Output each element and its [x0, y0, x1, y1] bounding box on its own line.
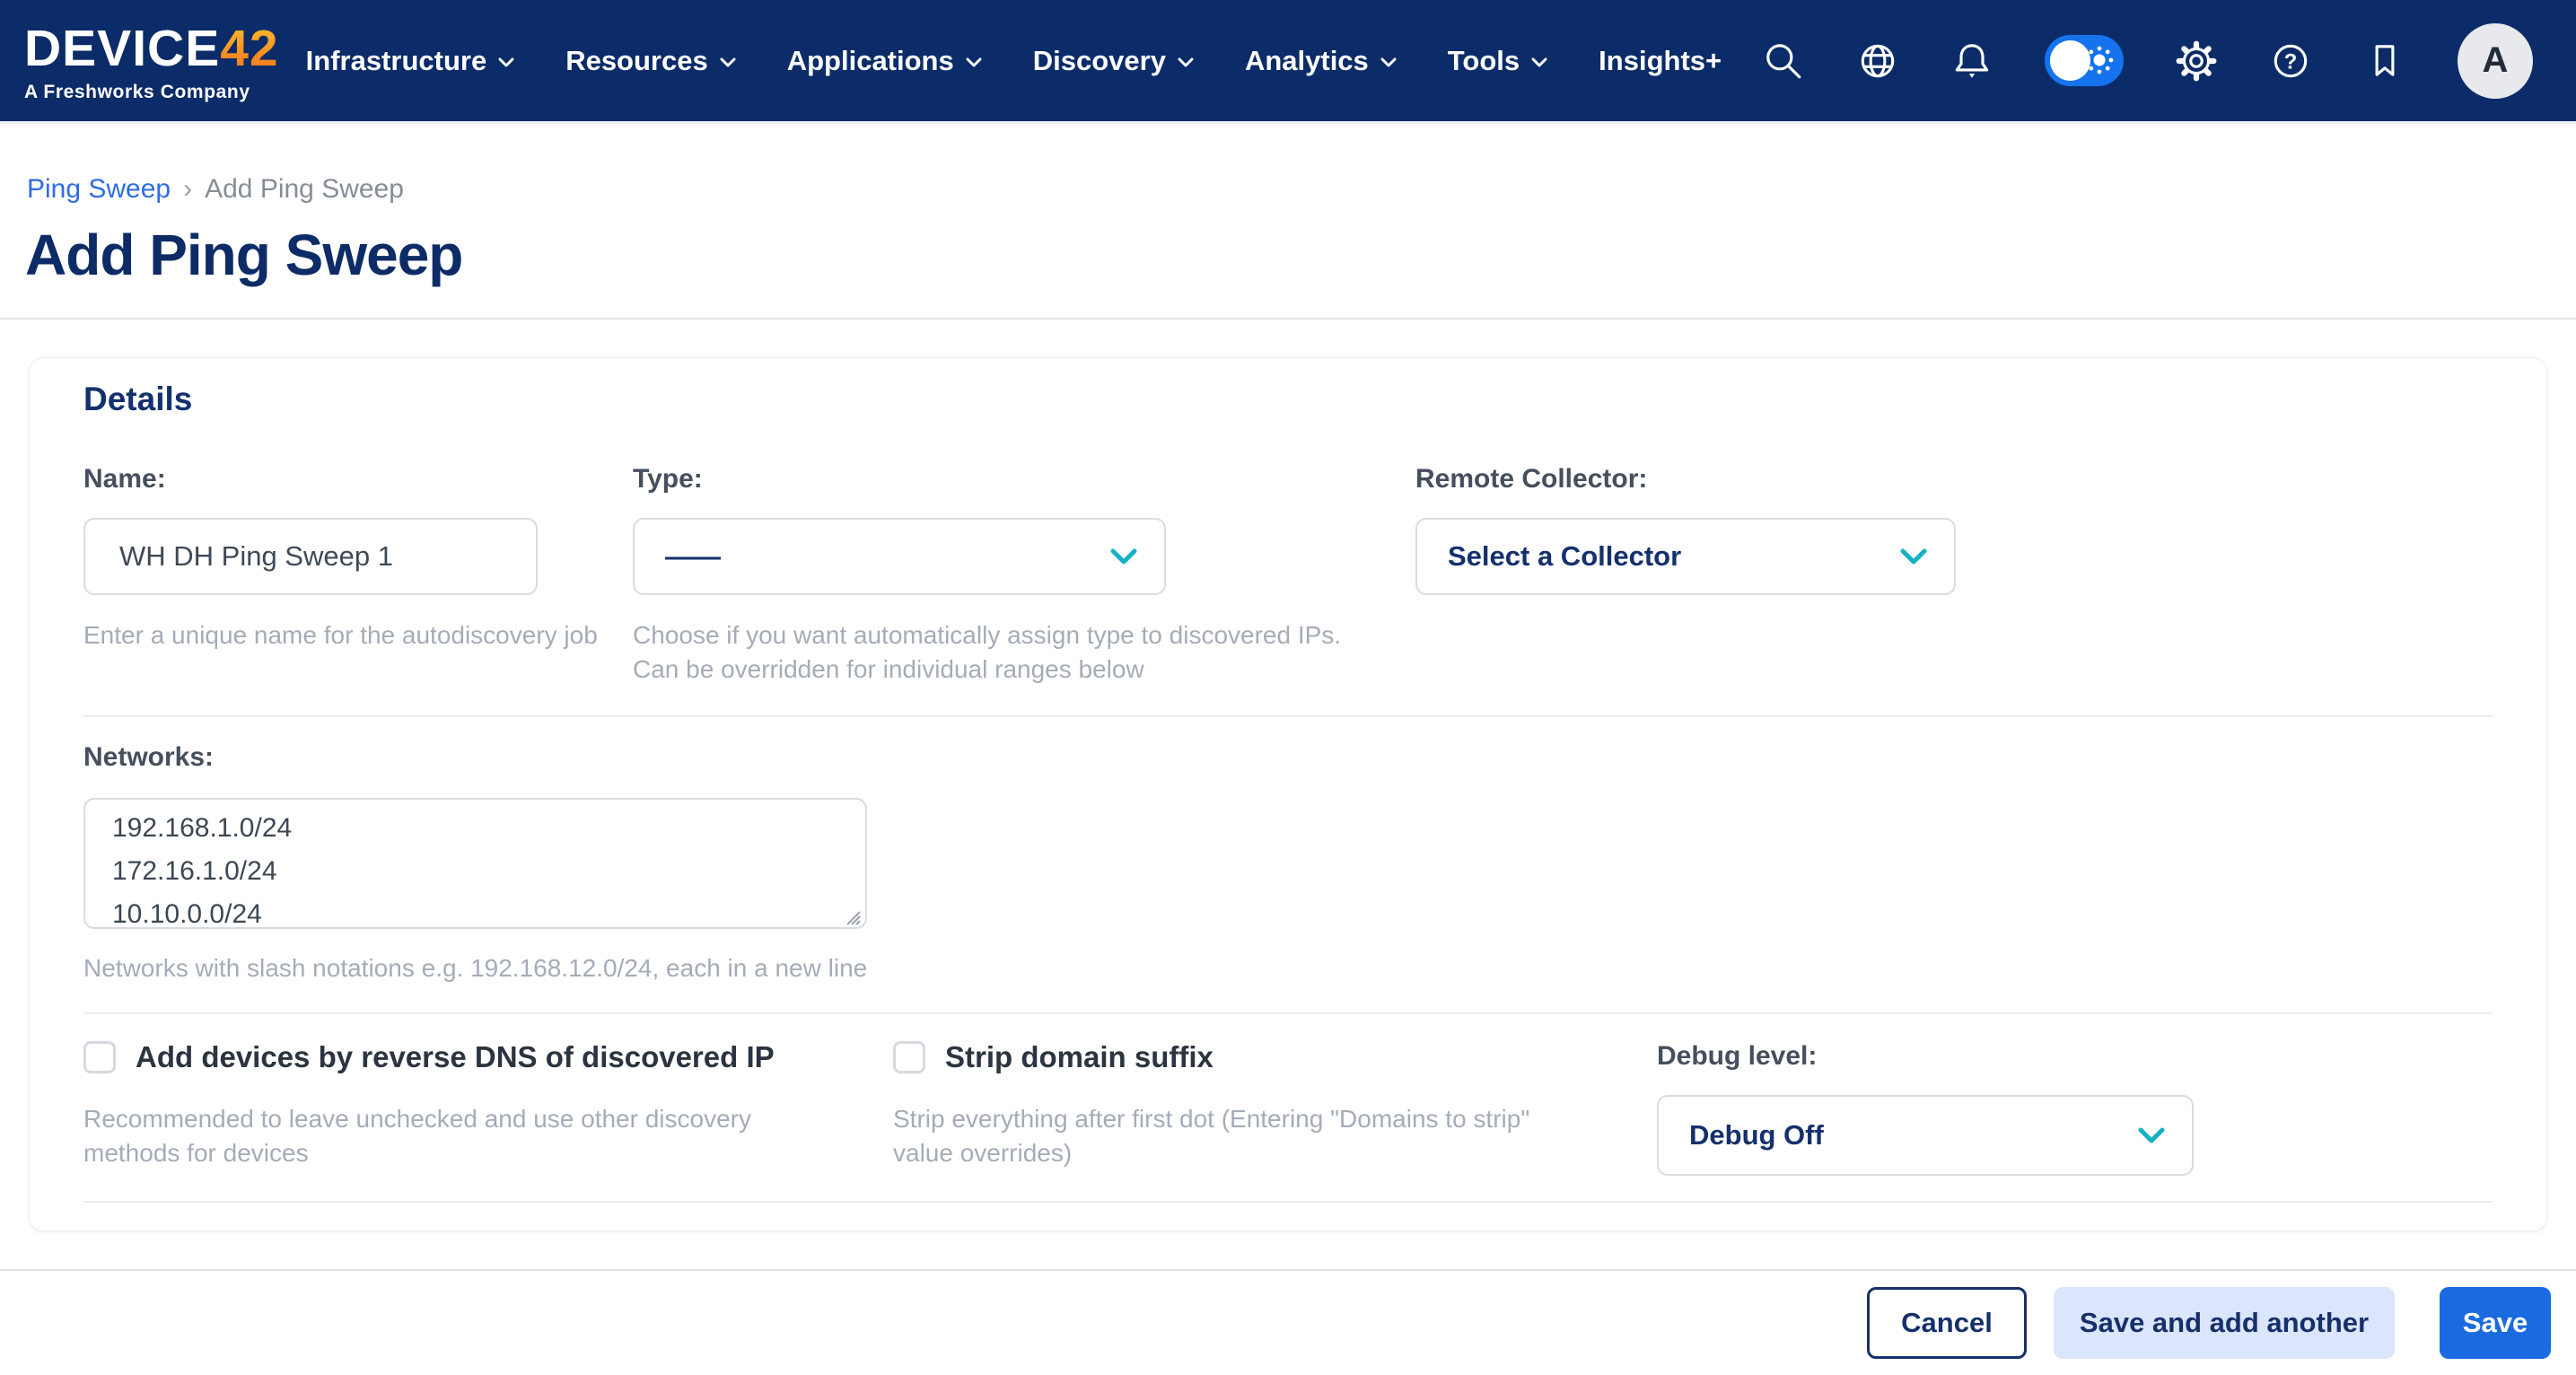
device42-logo[interactable]: DEVICE42 A Freshworks Company	[24, 23, 279, 101]
logo-wordmark: DEVICE42	[24, 23, 279, 74]
type-select-value: ——	[665, 540, 721, 573]
title-divider	[0, 318, 2576, 320]
bookmark-icon[interactable]	[2363, 39, 2406, 83]
name-helper: Enter a unique name for the autodiscover…	[83, 618, 640, 652]
globe-icon[interactable]	[1856, 39, 1899, 83]
settings-gear-icon[interactable]	[2175, 39, 2218, 83]
networks-section: Networks: 192.168.1.0/24 172.16.1.0/24 1…	[83, 715, 2493, 985]
name-label: Name:	[83, 462, 538, 496]
name-input[interactable]	[83, 518, 538, 595]
chevron-down-icon	[966, 57, 982, 68]
chevron-down-icon	[1178, 57, 1194, 68]
strip-domain-helper: Strip everything after first dot (Enteri…	[893, 1102, 1593, 1170]
debug-level-label: Debug level:	[1657, 1039, 2194, 1073]
breadcrumb-current: Add Ping Sweep	[205, 174, 404, 205]
help-icon[interactable]: ?	[2269, 39, 2312, 83]
svg-text:?: ?	[2284, 49, 2298, 74]
user-avatar[interactable]: A	[2458, 23, 2533, 99]
main-menu: Infrastructure Resources Applications Di…	[306, 45, 1722, 77]
options-section: Add devices by reverse DNS of discovered…	[83, 1012, 2493, 1176]
top-navbar: DEVICE42 A Freshworks Company Infrastruc…	[0, 0, 2576, 124]
avatar-letter: A	[2483, 40, 2509, 81]
chevron-down-icon	[1110, 548, 1137, 565]
textarea-resize-handle[interactable]	[840, 905, 862, 926]
type-label: Type:	[633, 462, 1166, 496]
reverse-dns-helper: Recommended to leave unchecked and use o…	[83, 1102, 828, 1170]
cancel-button[interactable]: Cancel	[1867, 1287, 2027, 1359]
chevron-down-icon	[1531, 57, 1547, 68]
details-row-1: Name: Enter a unique name for the autodi…	[83, 462, 2493, 687]
nav-item-infrastructure[interactable]: Infrastructure	[306, 45, 515, 77]
chevron-down-icon	[720, 57, 736, 68]
save-and-add-another-button[interactable]: Save and add another	[2054, 1287, 2395, 1359]
search-icon[interactable]	[1762, 39, 1805, 83]
chevron-down-icon	[1380, 57, 1397, 68]
remote-collector-label: Remote Collector:	[1415, 462, 1956, 496]
networks-helper: Networks with slash notations e.g. 192.1…	[83, 951, 1071, 985]
nav-item-applications[interactable]: Applications	[787, 45, 982, 77]
breadcrumb-separator: ›	[183, 174, 192, 205]
chevron-down-icon	[2138, 1127, 2165, 1144]
nav-item-resources[interactable]: Resources	[565, 45, 736, 77]
breadcrumb-link-ping-sweep[interactable]: Ping Sweep	[27, 174, 171, 205]
debug-level-select[interactable]: Debug Off	[1657, 1095, 2194, 1176]
theme-toggle[interactable]	[2045, 35, 2124, 86]
networks-label: Networks:	[83, 740, 2493, 775]
details-card: Details Name: Enter a unique name for th…	[29, 357, 2547, 1231]
nav-icon-group: ? A	[1762, 23, 2533, 99]
networks-textarea[interactable]: 192.168.1.0/24 172.16.1.0/24 10.10.0.0/2…	[83, 798, 867, 929]
nav-item-insights[interactable]: Insights+	[1599, 45, 1722, 77]
reverse-dns-checkbox[interactable]	[83, 1041, 116, 1073]
chevron-down-icon	[1900, 548, 1927, 565]
sun-icon	[2081, 42, 2117, 78]
reverse-dns-label: Add devices by reverse DNS of discovered…	[136, 1039, 775, 1075]
card-bottom-divider	[83, 1201, 2493, 1203]
save-button[interactable]: Save	[2440, 1287, 2551, 1359]
notifications-bell-icon[interactable]	[1950, 39, 1993, 83]
breadcrumb: Ping Sweep › Add Ping Sweep	[27, 174, 2576, 205]
remote-collector-select[interactable]: Select a Collector	[1415, 518, 1956, 595]
type-helper: Choose if you want automatically assign …	[633, 618, 1351, 687]
strip-domain-checkbox[interactable]	[893, 1041, 925, 1073]
logo-tagline: A Freshworks Company	[24, 83, 279, 101]
type-select[interactable]: ——	[633, 518, 1166, 595]
action-footer: Cancel Save and add another Save	[0, 1269, 2576, 1375]
nav-item-analytics[interactable]: Analytics	[1245, 45, 1397, 77]
debug-level-select-value: Debug Off	[1689, 1119, 1824, 1152]
remote-collector-select-value: Select a Collector	[1448, 540, 1681, 573]
chevron-down-icon	[498, 57, 514, 68]
strip-domain-label: Strip domain suffix	[945, 1039, 1214, 1075]
details-heading: Details	[83, 380, 2493, 419]
page-title: Add Ping Sweep	[25, 217, 2576, 293]
nav-item-discovery[interactable]: Discovery	[1033, 45, 1194, 77]
nav-item-tools[interactable]: Tools	[1448, 45, 1547, 77]
